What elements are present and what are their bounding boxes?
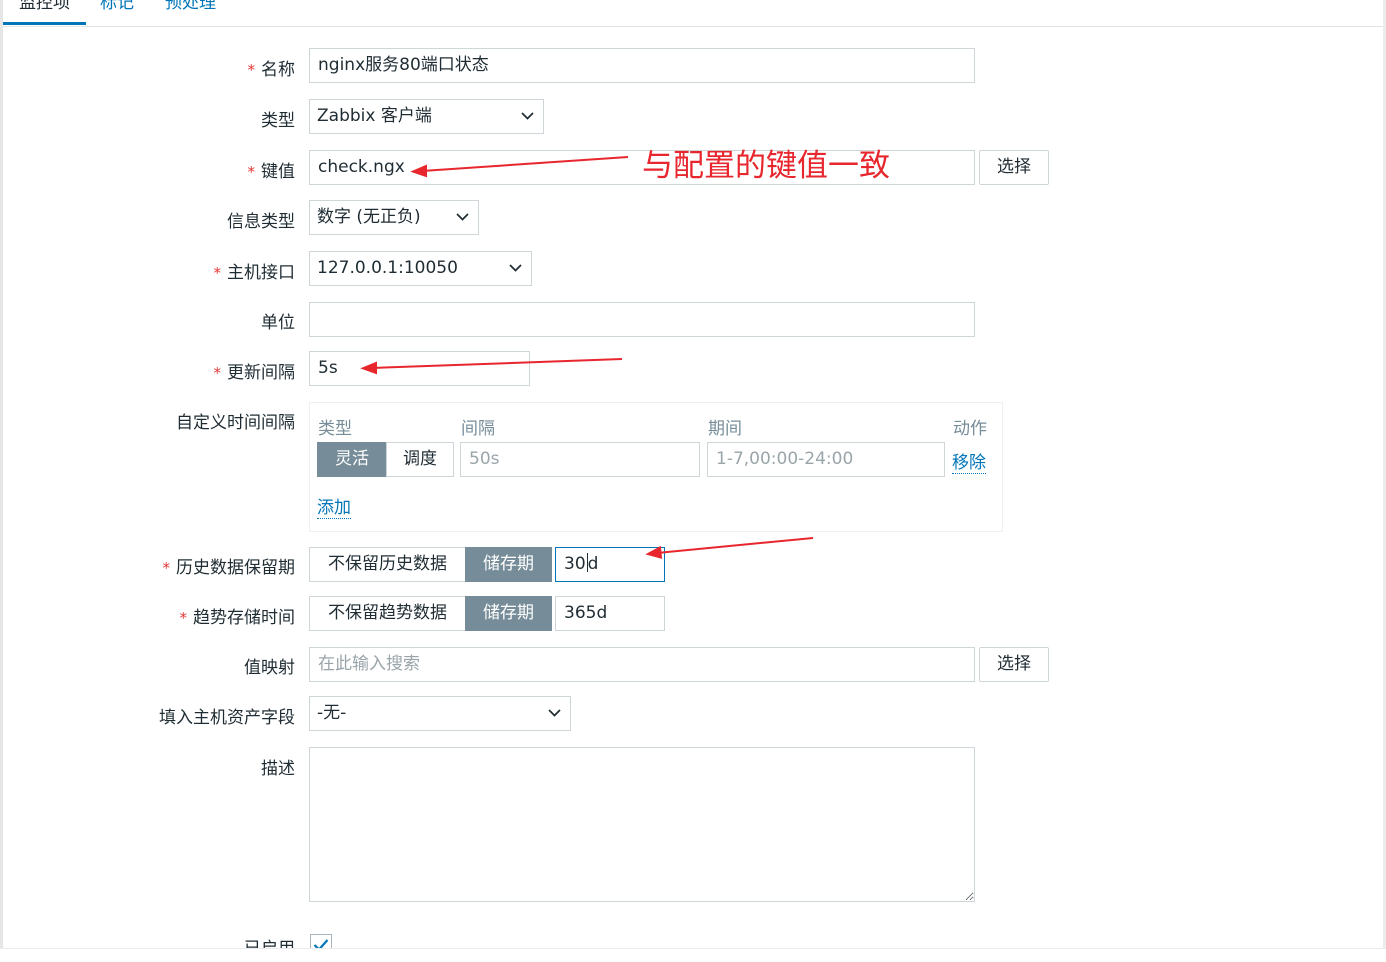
arrow-head-history [645,545,663,559]
arrow-line-interval [371,358,623,369]
arrow-line-history [656,537,814,554]
arrow-head-interval [360,361,377,375]
arrow-head-key [410,164,427,178]
annotation-text: 与配置的键值一致 [642,148,890,184]
arrow-line-key [421,156,629,172]
